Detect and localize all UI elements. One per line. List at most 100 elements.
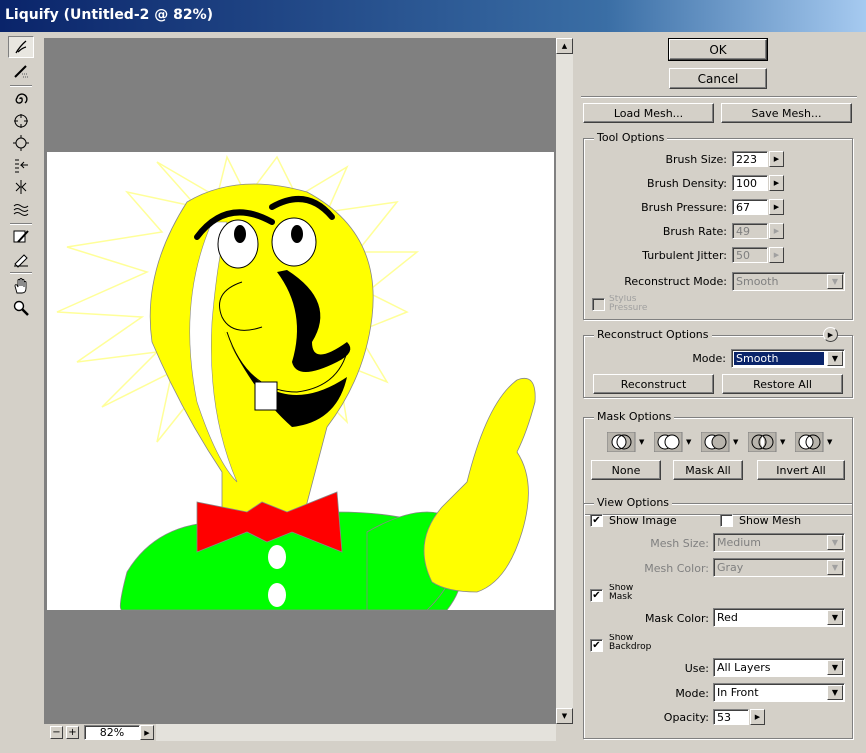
chevron-down-icon: ▼ [827,535,843,550]
pucker-icon [14,114,28,128]
subtract-from-selection-button[interactable]: ▼ [701,432,739,452]
restore-all-button[interactable]: Restore All [722,374,843,394]
zoom-menu-arrow[interactable]: ▶ [140,725,154,740]
brush-rate-arrow: ▶ [769,223,784,239]
brush-pressure-field[interactable]: 67 [732,199,768,215]
reconstruct-options-menu-button[interactable]: ▶ [823,327,838,342]
brush-density-field[interactable]: 100 [732,175,768,191]
show-mask-checkbox[interactable]: ✔ [590,589,603,602]
intersect-selection-button[interactable]: ▼ [748,432,786,452]
load-mesh-button[interactable]: Load Mesh... [583,103,714,123]
scroll-down-button[interactable]: ▼ [556,708,573,724]
chevron-down-icon: ▼ [827,560,843,575]
reconstruct-mode-value: Smooth [736,275,779,288]
show-mesh-label: Show Mesh [739,514,802,527]
mask-color-select[interactable]: Red ▼ [713,608,845,627]
backdrop-mode-label: Mode: [675,687,709,700]
use-value: All Layers [717,661,771,674]
brush-pressure-arrow[interactable]: ▶ [769,199,784,215]
ok-button[interactable]: OK [668,38,768,61]
backdrop-mode-select[interactable]: In Front ▼ [713,683,845,702]
zoom-out-button[interactable]: − [50,726,63,739]
forward-warp-icon [15,40,27,54]
reconstruct-options-title: Reconstruct Options [594,328,712,341]
view-options-title: View Options [594,496,673,509]
brush-rate-label: Brush Rate: [662,225,727,238]
preview-canvas[interactable] [44,38,556,724]
pucker-tool[interactable] [8,110,34,132]
backdrop-mode-value: In Front [717,686,759,699]
turbulent-jitter-arrow: ▶ [769,247,784,263]
brush-density-arrow[interactable]: ▶ [769,175,784,191]
vertical-scrollbar[interactable]: ▲ ▼ [556,38,573,724]
bloat-icon [13,135,29,151]
show-mask-label: Show Mask [609,584,634,602]
use-select[interactable]: All Layers ▼ [713,658,845,677]
opacity-label: Opacity: [663,711,709,724]
mask-color-value: Red [717,611,738,624]
twirl-clockwise-tool[interactable] [8,88,34,110]
reconstruct-button[interactable]: Reconstruct [593,374,714,394]
mask-none-button[interactable]: None [591,460,661,480]
opacity-arrow[interactable]: ▶ [750,709,765,725]
chevron-down-icon: ▼ [827,274,843,289]
subtract-from-selection-icon [701,432,730,452]
brush-rate-field: 49 [732,223,768,239]
reconstruct-mode-label-2: Mode: [692,352,726,365]
intersect-selection-icon [748,432,777,452]
reconstruct-options-mode-value: Smooth [734,352,824,365]
twirl-clockwise-icon [15,93,28,104]
invert-selection-button[interactable]: ▼ [795,432,833,452]
play-arrow-icon: ▶ [827,330,834,339]
invert-selection-icon [795,432,824,452]
mirror-icon [15,180,27,194]
forward-warp-tool[interactable] [8,36,34,58]
zoom-tool[interactable] [8,297,34,319]
push-left-tool[interactable] [8,154,34,176]
freeze-mask-icon [13,230,29,243]
mask-options-title: Mask Options [594,410,675,423]
mesh-color-label: Mesh Color: [644,562,709,575]
reconstruct-mode-select: Smooth ▼ [732,272,845,291]
use-label: Use: [684,662,709,675]
brush-size-field[interactable]: 223 [732,151,768,167]
brush-density-label: Brush Density: [647,177,727,190]
mirror-tool[interactable] [8,176,34,198]
replace-selection-button[interactable]: ▼ [607,432,645,452]
chevron-down-icon: ▼ [827,685,843,700]
liquify-window: ▲ ▼ − + 82% ▶ OK Cancel Load Mesh... Sav… [0,32,866,753]
cancel-button[interactable]: Cancel [669,68,767,89]
add-to-selection-icon [654,432,683,452]
push-left-icon [15,159,28,173]
thaw-mask-tool[interactable] [8,248,34,270]
turbulence-icon [13,204,29,216]
brush-size-arrow[interactable]: ▶ [769,151,784,167]
invert-all-button[interactable]: Invert All [757,460,845,480]
bloat-tool[interactable] [8,132,34,154]
save-mesh-button[interactable]: Save Mesh... [721,103,852,123]
reconstruct-tool[interactable] [8,60,34,82]
mask-all-button[interactable]: Mask All [673,460,743,480]
mesh-color-select: Gray ▼ [713,558,845,577]
mesh-color-value: Gray [717,561,744,574]
add-to-selection-button[interactable]: ▼ [654,432,692,452]
turbulence-tool[interactable] [8,198,34,220]
zoom-field[interactable]: 82% [84,725,140,740]
reconstruct-tool-icon [14,65,28,78]
replace-selection-icon [607,432,636,452]
scroll-up-button[interactable]: ▲ [556,38,573,54]
thaw-mask-icon [14,254,28,268]
show-image-checkbox[interactable]: ✔ [590,514,603,527]
chevron-down-icon: ▼ [827,610,843,625]
hand-icon [14,278,27,294]
zoom-icon [13,300,29,316]
freeze-mask-tool[interactable] [8,226,34,248]
reconstruct-options-mode-select[interactable]: Smooth ▼ [731,349,845,368]
opacity-field[interactable]: 53 [713,709,749,725]
brush-pressure-label: Brush Pressure: [641,201,727,214]
show-mesh-checkbox[interactable] [720,514,733,527]
horizontal-scrollbar[interactable] [156,724,556,741]
zoom-in-button[interactable]: + [66,726,79,739]
show-backdrop-checkbox[interactable]: ✔ [590,639,603,652]
hand-tool[interactable] [8,275,34,297]
